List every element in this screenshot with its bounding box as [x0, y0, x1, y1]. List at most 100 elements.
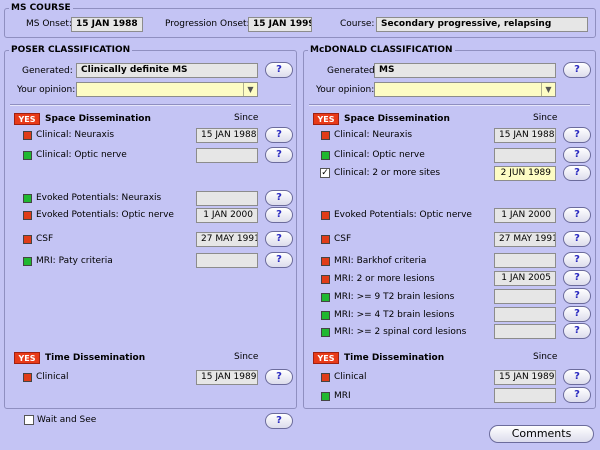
progression-onset-field[interactable]: 15 JAN 1999 [248, 17, 312, 32]
poser-time-row-0-date[interactable]: 15 JAN 1989 [196, 370, 258, 385]
mcdonald-space-row-0-date[interactable]: 15 JAN 1988 [494, 128, 556, 143]
mcdonald-space-row-7-help-button[interactable]: ? [563, 288, 591, 304]
mcdonald-time-row-0-date[interactable]: 15 JAN 1989 [494, 370, 556, 385]
poser-space-row-3-date[interactable]: 1 JAN 2000 [196, 208, 258, 223]
mcdonald-time-row-1-date[interactable] [494, 388, 556, 403]
comments-button[interactable]: Comments [489, 425, 594, 443]
mcdonald-space-row-1-date[interactable] [494, 148, 556, 163]
mcdonald-space-row-7-date[interactable] [494, 289, 556, 304]
mcdonald-space-row-9-help-button[interactable]: ? [563, 323, 591, 339]
mcdonald-space-row-4-label: CSF [334, 234, 352, 244]
mcdonald-space-row-2-help-button[interactable]: ? [563, 165, 591, 181]
poser-space-title: Space Dissemination [45, 114, 151, 124]
mcdonald-opinion-select[interactable] [374, 82, 556, 97]
poser-space-row-4-help-button[interactable]: ? [265, 231, 293, 247]
poser-space-row-4-date[interactable]: 27 MAY 1991 [196, 232, 258, 247]
poser-opinion-label: Your opinion: [17, 85, 76, 95]
mcdonald-time-yes-badge: YES [313, 352, 339, 364]
mcdonald-space-row-9-label: MRI: >= 2 spinal cord lesions [334, 327, 467, 337]
mcdonald-space-row-3-help-button[interactable]: ? [563, 207, 591, 223]
mcdonald-space-row-0-label: Clinical: Neuraxis [334, 130, 413, 140]
mcdonald-space-yes-badge: YES [313, 113, 339, 125]
poser-space-row-1-date[interactable] [196, 148, 258, 163]
mcdonald-space-row-3-date[interactable]: 1 JAN 2000 [494, 208, 556, 223]
mcdonald-space-row-3-label: Evoked Potentials: Optic nerve [334, 210, 472, 220]
mcdonald-space-row-6-label: MRI: 2 or more lesions [334, 274, 435, 284]
poser-space-row-2-status-icon [23, 194, 32, 203]
poser-space-row-0-help-button[interactable]: ? [265, 127, 293, 143]
poser-space-row-0-date[interactable]: 15 JAN 1988 [196, 128, 258, 143]
poser-time-row-0-status-icon [23, 373, 32, 382]
wait-and-see-help-button[interactable]: ? [265, 413, 293, 429]
mcdonald-space-row-0-status-icon [321, 131, 330, 140]
poser-space-row-5-status-icon [23, 257, 32, 266]
wait-and-see-label: Wait and See [37, 415, 97, 425]
mcdonald-time-row-0-label: Clinical [334, 372, 367, 382]
mcdonald-separator [309, 104, 590, 106]
ms-onset-field[interactable]: 15 JAN 1988 [71, 17, 143, 32]
course-label: Course: [340, 19, 375, 29]
poser-space-row-3-help-button[interactable]: ? [265, 207, 293, 223]
course-field[interactable]: Secondary progressive, relapsing [376, 17, 588, 32]
mcdonald-generated-help-button[interactable]: ? [563, 62, 591, 78]
ms-course-title: MS COURSE [9, 3, 73, 13]
poser-space-row-4-label: CSF [36, 234, 54, 244]
poser-time-since: Since [234, 352, 259, 362]
poser-space-row-0-status-icon [23, 131, 32, 140]
poser-space-row-1-status-icon [23, 151, 32, 160]
poser-space-row-0-label: Clinical: Neuraxis [36, 130, 115, 140]
mcdonald-space-row-1-label: Clinical: Optic nerve [334, 150, 425, 160]
poser-generated-field: Clinically definite MS [76, 63, 258, 78]
mcdonald-space-row-5-status-icon [321, 257, 330, 266]
poser-separator [10, 104, 291, 106]
poser-generated-help-button[interactable]: ? [265, 62, 293, 78]
mcdonald-space-row-9-status-icon [321, 328, 330, 337]
poser-space-row-5-date[interactable] [196, 253, 258, 268]
mcdonald-generated-label: Generated: [327, 66, 378, 76]
poser-opinion-dropdown-arrow-icon[interactable]: ▼ [243, 83, 257, 96]
mcdonald-space-row-1-status-icon [321, 151, 330, 160]
mcdonald-time-row-0-status-icon [321, 373, 330, 382]
mcdonald-space-row-8-status-icon [321, 311, 330, 320]
mcdonald-space-row-3-status-icon [321, 211, 330, 220]
poser-space-yes-badge: YES [14, 113, 40, 125]
mcdonald-time-row-0-help-button[interactable]: ? [563, 369, 591, 385]
mcdonald-opinion-dropdown-arrow-icon[interactable]: ▼ [541, 83, 555, 96]
poser-title: POSER CLASSIFICATION [9, 45, 133, 55]
mcdonald-space-row-4-date[interactable]: 27 MAY 1991 [494, 232, 556, 247]
mcdonald-space-row-1-help-button[interactable]: ? [563, 147, 591, 163]
poser-time-row-0-help-button[interactable]: ? [265, 369, 293, 385]
mcdonald-space-row-6-date[interactable]: 1 JAN 2005 [494, 271, 556, 286]
poser-time-yes-badge: YES [14, 352, 40, 364]
mcdonald-time-title: Time Dissemination [344, 353, 445, 363]
poser-space-row-2-label: Evoked Potentials: Neuraxis [36, 193, 162, 203]
mcdonald-time-row-1-help-button[interactable]: ? [563, 387, 591, 403]
mcdonald-space-row-8-date[interactable] [494, 307, 556, 322]
mcdonald-space-row-8-help-button[interactable]: ? [563, 306, 591, 322]
poser-space-row-1-help-button[interactable]: ? [265, 147, 293, 163]
poser-opinion-select[interactable] [76, 82, 258, 97]
mcdonald-space-row-9-date[interactable] [494, 324, 556, 339]
mcdonald-generated-field: MS [374, 63, 556, 78]
mcdonald-time-since: Since [533, 352, 558, 362]
ms-onset-label: MS Onset: [26, 19, 72, 29]
mcdonald-space-row-6-help-button[interactable]: ? [563, 270, 591, 286]
mcdonald-space-row-2-checkbox[interactable]: ✓ [320, 168, 330, 178]
poser-space-row-5-label: MRI: Paty criteria [36, 256, 113, 266]
mcdonald-space-row-5-date[interactable] [494, 253, 556, 268]
mcdonald-space-row-5-help-button[interactable]: ? [563, 252, 591, 268]
poser-space-row-5-help-button[interactable]: ? [265, 252, 293, 268]
mcdonald-space-row-5-label: MRI: Barkhof criteria [334, 256, 427, 266]
mcdonald-space-row-2-date[interactable]: 2 JUN 1989 [494, 166, 556, 181]
mcdonald-space-row-0-help-button[interactable]: ? [563, 127, 591, 143]
mcdonald-space-row-4-help-button[interactable]: ? [563, 231, 591, 247]
wait-and-see-checkbox[interactable] [24, 415, 34, 425]
mcdonald-space-title: Space Dissemination [344, 114, 450, 124]
poser-space-row-2-date[interactable] [196, 191, 258, 206]
poser-time-row-0-label: Clinical [36, 372, 69, 382]
poser-time-title: Time Dissemination [45, 353, 146, 363]
poser-space-row-1-label: Clinical: Optic nerve [36, 150, 127, 160]
poser-space-row-2-help-button[interactable]: ? [265, 190, 293, 206]
mcdonald-time-row-1-label: MRI [334, 391, 351, 401]
mcdonald-space-since: Since [533, 113, 558, 123]
